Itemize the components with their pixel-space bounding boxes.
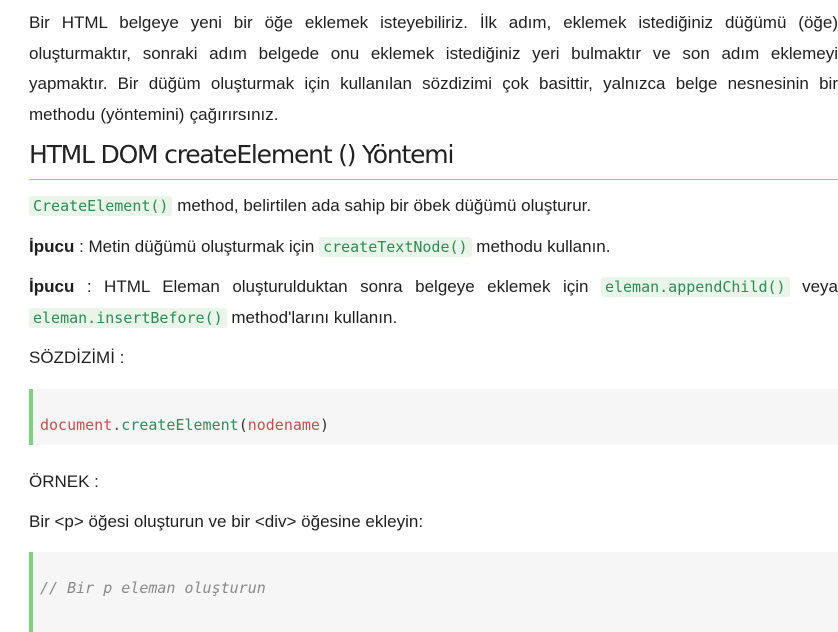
tip-text-after: method'larını kullanın. [226,307,398,327]
inline-code-createtextnode: createTextNode() [319,236,472,257]
tip-label: İpucu [29,236,75,256]
example-description: Bir <p> öğesi oluşturun ve bir <div> öğe… [29,512,424,531]
syntax-heading: SÖZDİZİMİ : [29,348,125,367]
code-function: createElement [121,415,239,434]
code-close-paren: ) [319,415,329,434]
code-open-paren: ( [238,415,248,434]
code-comment: // Bir p eleman oluşturun [40,578,266,597]
code-object: document [40,415,113,434]
tip-text-after: methodu kullanın. [471,236,611,256]
tip-text-mid: veya [789,277,838,296]
inline-code-insertbefore: eleman.insertBefore() [29,307,227,328]
syntax-code-block: document.createElement(nodename) [29,388,838,445]
tip-text-before: : HTML Eleman oluşturulduktan sonra belg… [74,277,601,296]
example-code-block: // Bir p eleman oluşturun [29,551,838,632]
intro-paragraph: Bir HTML belgeye yeni bir öğe eklemek is… [29,13,838,124]
method-description: CreateElement() method, belirtilen ada s… [29,191,838,222]
tip-text-before: : Metin düğümü oluşturmak için [74,236,320,256]
code-argument: nodename [247,415,320,434]
article-content: Bir HTML belgeye yeni bir öğe eklemek is… [29,8,838,632]
section-title: HTML DOM createElement () Yöntemi [29,140,838,180]
inline-code-createelement: CreateElement() [29,196,173,216]
method-description-text: method, belirtilen ada sahip bir öbek dü… [172,196,592,215]
inline-code-appendchild: eleman.appendChild() [600,277,790,297]
tip-label: İpucu [29,277,75,296]
code-dot: . [112,415,122,434]
tip-paragraph-2: İpucu : HTML Eleman oluşturulduktan sonr… [29,272,838,333]
tip-paragraph-1: İpucu : Metin düğümü oluşturmak için cre… [29,232,838,263]
example-heading: ÖRNEK : [29,471,99,491]
